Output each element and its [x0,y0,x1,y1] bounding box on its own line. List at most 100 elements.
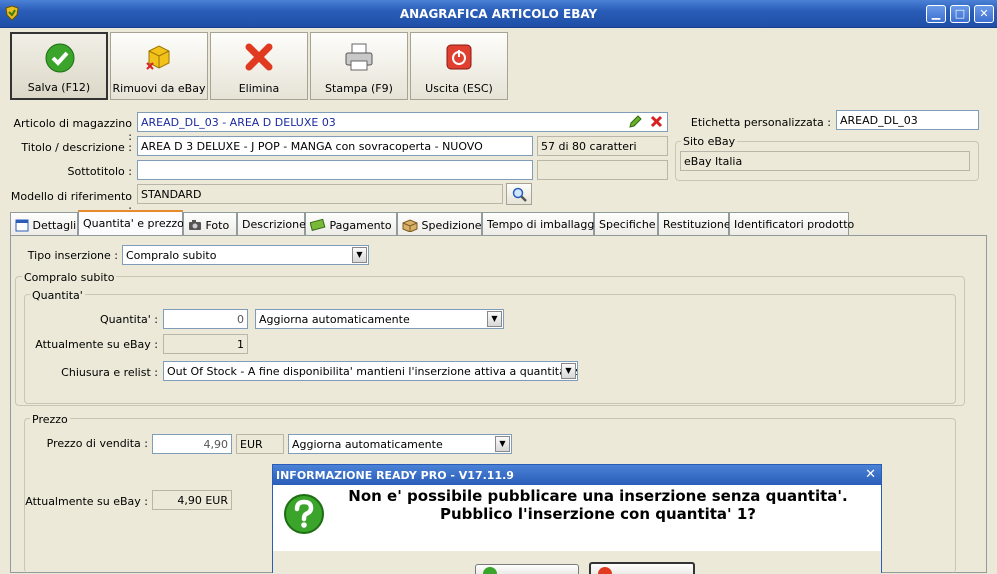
etichetta-field[interactable]: AREAD_DL_03 [836,110,979,130]
titolo-value: AREA D 3 DELUXE - J POP - MANGA con sovr… [141,140,483,153]
attuale-prezzo-label: Attualmente su eBay : [25,495,148,508]
tab-descrizione[interactable]: Descrizione [237,212,306,236]
prezzo-vendita-input[interactable]: 4,90 [152,434,232,454]
printer-icon [345,43,373,71]
modello-search-button[interactable] [506,183,532,205]
tab-quantita-prezzo-label: Quantita' e prezzo [83,217,184,230]
minimize-button[interactable]: ▁ [926,5,946,23]
tipo-inserzione-select[interactable]: Compralo subito ▼ [122,245,369,265]
prezzo-vendita-label: Prezzo di vendita : [46,437,148,450]
camera-icon [189,220,201,230]
modello-value: STANDARD [141,188,202,201]
money-icon [309,218,326,232]
prezzo-vendita-value: 4,90 [203,438,229,451]
prezzo-mode-value: Aggiorna automaticamente [292,438,443,451]
print-button[interactable]: Stampa (F9) [310,32,408,100]
tab-descrizione-label: Descrizione [242,218,306,231]
quantita-group-label: Quantita' [30,289,85,302]
window-title: ANAGRAFICA ARTICOLO EBAY [399,7,598,21]
sito-ebay-label: Sito eBay [681,135,738,148]
tab-dettagli[interactable]: Dettagli [10,212,78,236]
quantita-input[interactable]: 0 [163,309,248,329]
tab-specifiche[interactable]: Specifiche [594,212,658,236]
tipo-inserzione-label: Tipo inserzione : [27,249,118,262]
prezzo-group-label: Prezzo [30,413,70,426]
tab-quantita-prezzo[interactable]: Quantita' e prezzo [78,210,184,236]
close-window-button[interactable]: ✕ [974,5,994,23]
maximize-button[interactable]: □ [950,5,970,23]
remove-from-ebay-button[interactable]: Rimuovi da eBay [110,32,208,100]
dialog-footer [273,551,881,574]
titolo-label: Titolo / descrizione : [21,141,132,154]
info-dialog: INFORMAZIONE READY PRO - V17.11.9 ✕ Non … [272,464,882,574]
save-button[interactable]: Salva (F12) [10,32,108,100]
quantita-mode-select[interactable]: Aggiorna automaticamente ▼ [255,309,504,329]
remove-from-ebay-label: Rimuovi da eBay [112,82,206,95]
etichetta-label: Etichetta personalizzata : [690,116,831,129]
currency-field: EUR [236,434,284,454]
print-button-label: Stampa (F9) [325,82,393,95]
quantita-value: 0 [237,313,244,326]
check-icon [45,43,75,73]
sito-ebay-field: eBay Italia [680,151,970,171]
tab-tempo-imballaggio-label: Tempo di imballaggio [487,218,605,231]
chevron-down-icon: ▼ [487,311,502,327]
tab-foto[interactable]: Foto [183,212,237,236]
power-icon [446,44,472,70]
attuale-qty-value: 1 [237,338,244,351]
dialog-close-button[interactable]: ✕ [865,467,876,482]
sottotitolo-label: Sottotitolo : [67,165,132,178]
tipo-inserzione-value: Compralo subito [126,249,217,262]
chevron-down-icon: ▼ [352,247,367,263]
delete-button-label: Elimina [238,82,280,95]
sottotitolo-field[interactable] [137,160,533,180]
chiusura-relist-select[interactable]: Out Of Stock - A fine disponibilita' man… [163,361,578,381]
red-x-icon [245,43,273,71]
currency-value: EUR [240,438,263,451]
attuale-prezzo-field: 4,90 EUR [152,490,232,510]
modello-field: STANDARD [137,184,503,204]
prezzo-mode-select[interactable]: Aggiorna automaticamente ▼ [288,434,512,454]
pencil-icon[interactable] [628,115,642,129]
sito-ebay-value: eBay Italia [684,155,743,168]
quantita-mode-value: Aggiorna automaticamente [259,313,410,326]
toolbar: Salva (F12) Rimuovi da eBay Elimina Stam… [0,28,997,104]
tab-pagamento[interactable]: Pagamento [305,212,397,236]
magnifier-icon [512,187,527,202]
tab-foto-label: Foto [205,219,230,232]
exit-button[interactable]: Uscita (ESC) [410,32,508,100]
attuale-prezzo-value: 4,90 EUR [177,494,228,507]
chevron-down-icon: ▼ [495,436,510,452]
etichetta-value: AREAD_DL_03 [840,114,918,127]
tab-pagamento-label: Pagamento [329,219,392,232]
titolo-field[interactable]: AREA D 3 DELUXE - J POP - MANGA con sovr… [137,136,533,156]
tab-specifiche-label: Specifiche [599,218,656,231]
tab-spedizione-label: Spedizione [421,219,482,232]
tab-identificatori-prodotto-label: Identificatori prodotto [734,218,855,231]
tab-spedizione[interactable]: Spedizione [397,212,482,236]
attuale-qty-field: 1 [163,334,248,354]
sottotitolo-count-field [537,160,668,180]
char-count-value: 57 di 80 caratteri [541,140,637,153]
tab-restituzione-label: Restituzione [663,218,731,231]
articolo-field[interactable]: AREAD_DL_03 - AREA D DELUXE 03 [137,112,668,132]
tab-identificatori-prodotto[interactable]: Identificatori prodotto [729,212,854,236]
articolo-value: AREAD_DL_03 - AREA D DELUXE 03 [141,116,336,129]
exit-button-label: Uscita (ESC) [425,82,493,95]
window-titlebar: ANAGRAFICA ARTICOLO EBAY ▁ □ ✕ [0,0,997,28]
compralo-subito-label: Compralo subito [22,271,117,284]
box-remove-icon [146,45,170,70]
dialog-message: Non e' possibile pubblicare una inserzio… [348,487,848,523]
chiusura-relist-label: Chiusura e relist : [61,366,158,379]
chevron-down-icon: ▼ [561,363,576,379]
attuale-qty-label: Attualmente su eBay : [35,338,158,351]
clear-x-icon[interactable] [650,115,663,128]
tab-tempo-imballaggio[interactable]: Tempo di imballaggio [482,212,604,236]
package-icon [402,219,418,233]
dialog-title: INFORMAZIONE READY PRO - V17.11.9 [273,465,881,485]
question-icon [284,494,324,534]
dialog-no-button[interactable] [589,562,695,574]
calendar-icon [15,219,29,232]
delete-button[interactable]: Elimina [210,32,308,100]
tab-restituzione[interactable]: Restituzione [658,212,731,236]
